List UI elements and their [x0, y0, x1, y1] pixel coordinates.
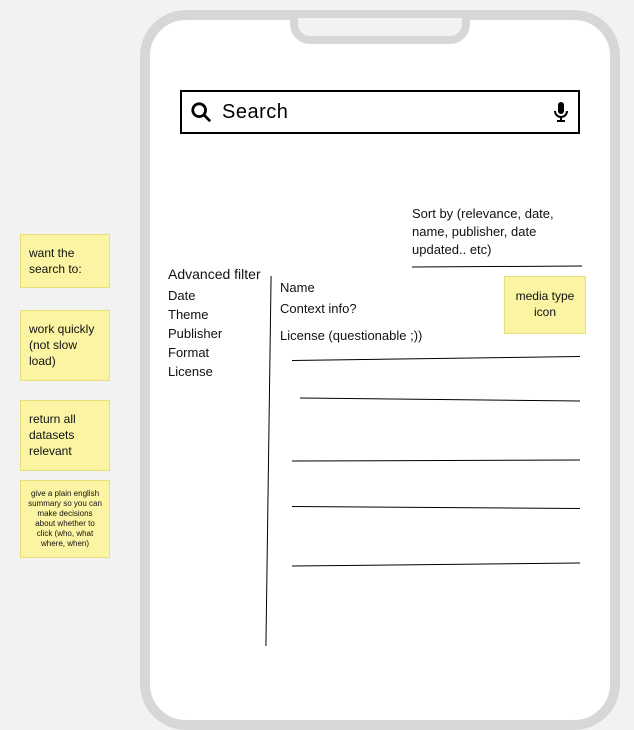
filter-item-date[interactable]: Date [168, 288, 261, 303]
divider-vertical [265, 276, 271, 646]
microphone-icon[interactable] [552, 101, 570, 123]
sort-by-label: Sort by (relevance, date, name, publishe… [412, 205, 582, 260]
sticky-note: give a plain english summary so you can … [20, 480, 110, 558]
advanced-filter-title: Advanced filter [168, 266, 261, 282]
sticky-note-text: return all datasets relevant [29, 412, 76, 458]
divider [292, 459, 580, 461]
sticky-note: work quickly (not slow load) [20, 310, 110, 381]
search-icon [190, 101, 212, 123]
result-list-placeholder [292, 350, 580, 605]
sticky-note: return all datasets relevant [20, 400, 110, 471]
filter-item-publisher[interactable]: Publisher [168, 326, 261, 341]
divider [300, 398, 580, 402]
divider [292, 356, 580, 361]
sticky-note-text: give a plain english summary so you can … [28, 489, 102, 548]
search-input[interactable]: Search [180, 90, 580, 134]
search-placeholder: Search [222, 101, 542, 124]
media-type-icon-note: media type icon [504, 276, 586, 334]
sticky-note-text: want the search to: [29, 246, 82, 276]
filter-item-theme[interactable]: Theme [168, 307, 261, 322]
advanced-filter-panel: Advanced filter Date Theme Publisher For… [168, 266, 261, 383]
sticky-note-text: work quickly (not slow load) [29, 322, 94, 368]
screen: Search Sort by (relevance, date, name, p… [150, 20, 610, 720]
filter-item-format[interactable]: Format [168, 345, 261, 360]
sort-by[interactable]: Sort by (relevance, date, name, publishe… [412, 205, 582, 267]
divider [292, 506, 580, 509]
phone-frame: Search Sort by (relevance, date, name, p… [140, 10, 620, 730]
sticky-note-text: media type icon [509, 289, 581, 320]
filter-item-license[interactable]: License [168, 364, 261, 379]
divider [292, 562, 580, 566]
divider [412, 265, 582, 267]
sticky-note-heading: want the search to: [20, 234, 110, 288]
